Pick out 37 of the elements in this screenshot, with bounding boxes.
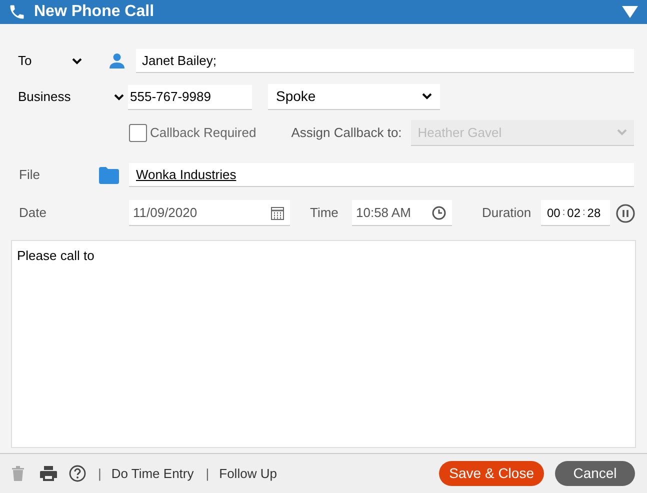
recipient-type-dropdown[interactable]: To xyxy=(18,51,84,71)
duration-field[interactable]: 00 : 02 : 28 xyxy=(541,200,610,226)
cancel-button[interactable]: Cancel xyxy=(555,461,635,486)
call-result-dropdown[interactable]: Spoke xyxy=(268,84,440,110)
callback-label: Callback Required xyxy=(150,124,256,142)
separator: | xyxy=(98,464,102,483)
recipient-field[interactable]: Janet Bailey; xyxy=(136,49,634,73)
time-field[interactable]: 10:58 AM xyxy=(352,200,452,226)
time-label: Time xyxy=(310,204,340,222)
notes-field[interactable]: Please call to xyxy=(11,240,636,448)
folder-icon[interactable] xyxy=(99,166,119,184)
phone-icon xyxy=(8,3,26,21)
collapse-icon[interactable] xyxy=(621,5,639,19)
file-label: File xyxy=(19,166,41,184)
date-label: Date xyxy=(19,204,48,222)
chevron-down-icon xyxy=(422,93,432,100)
clock-icon[interactable] xyxy=(432,206,446,220)
pause-icon[interactable] xyxy=(616,204,635,222)
chevron-down-icon xyxy=(114,94,124,100)
separator: | xyxy=(206,464,210,483)
file-field[interactable]: Wonka Industries xyxy=(129,163,634,187)
person-icon[interactable] xyxy=(108,52,126,70)
footer-link[interactable]: Follow Up xyxy=(219,464,277,484)
footer-link[interactable]: Do Time Entry xyxy=(111,464,194,484)
help-icon[interactable] xyxy=(69,465,86,482)
save-close-button[interactable]: Save & Close xyxy=(439,461,544,486)
duration-label: Duration xyxy=(482,204,532,222)
assign-label: Assign Callback to: xyxy=(291,124,402,142)
window-title: New Phone Call xyxy=(34,2,154,22)
print-icon[interactable] xyxy=(40,466,57,481)
phone-number-field[interactable]: 555-767-9989 xyxy=(128,84,252,110)
chevron-down-icon xyxy=(72,58,82,64)
phone-type-dropdown[interactable]: Business xyxy=(18,87,126,107)
file-link[interactable]: Wonka Industries xyxy=(136,164,236,184)
calendar-icon[interactable] xyxy=(271,206,284,220)
date-field[interactable]: 11/09/2020 xyxy=(129,200,290,226)
chevron-down-icon xyxy=(617,129,627,136)
